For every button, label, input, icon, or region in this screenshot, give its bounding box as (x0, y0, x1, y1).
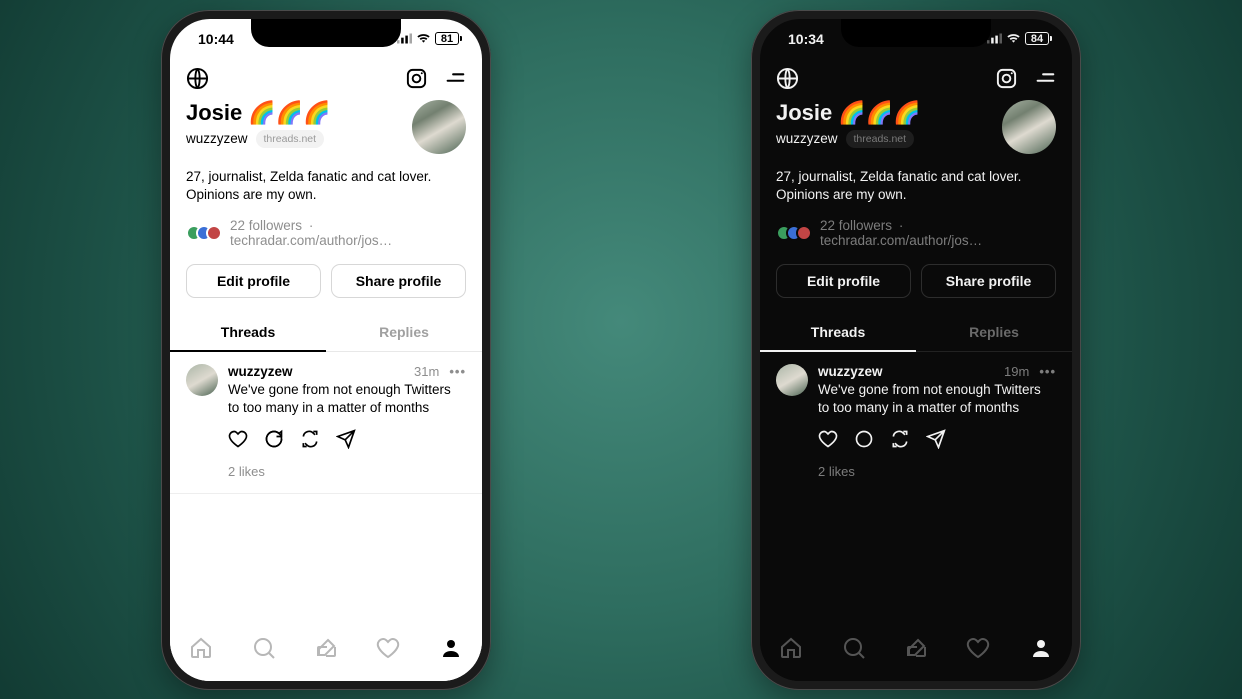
profile-avatar[interactable] (1002, 100, 1056, 154)
nav-compose-icon[interactable] (904, 636, 928, 665)
post-more-icon[interactable]: ••• (1039, 364, 1056, 379)
comment-icon[interactable] (264, 429, 284, 454)
post-time: 31m (414, 364, 439, 379)
share-icon[interactable] (926, 429, 946, 454)
nav-home-icon[interactable] (779, 636, 803, 665)
nav-compose-icon[interactable] (314, 636, 338, 665)
tab-threads[interactable]: Threads (760, 314, 916, 351)
edit-profile-button[interactable]: Edit profile (776, 264, 911, 298)
post-item[interactable]: wuzzyzew 31m ••• We've gone from not eno… (170, 352, 482, 494)
device-notch (251, 19, 401, 47)
domain-chip[interactable]: threads.net (256, 130, 325, 148)
wifi-icon (416, 33, 431, 44)
like-icon[interactable] (818, 429, 838, 454)
tab-threads[interactable]: Threads (170, 314, 326, 351)
post-item[interactable]: wuzzyzew 19m ••• We've gone from not eno… (760, 352, 1072, 493)
wifi-icon (1006, 33, 1021, 44)
globe-icon[interactable] (776, 67, 799, 90)
status-time: 10:44 (198, 31, 234, 47)
tab-replies[interactable]: Replies (326, 314, 482, 351)
post-username[interactable]: wuzzyzew (818, 364, 883, 379)
globe-icon[interactable] (186, 67, 209, 90)
menu-icon[interactable] (1034, 67, 1056, 89)
nav-search-icon[interactable] (842, 636, 866, 665)
battery-indicator: 81 (435, 32, 462, 45)
battery-indicator: 84 (1025, 32, 1052, 45)
post-likes[interactable]: 2 likes (818, 464, 1056, 479)
edit-profile-button[interactable]: Edit profile (186, 264, 321, 298)
profile-avatar[interactable] (412, 100, 466, 154)
device-notch (841, 19, 991, 47)
status-time: 10:34 (788, 31, 824, 47)
post-text: We've gone from not enough Twitters to t… (818, 381, 1056, 417)
menu-icon[interactable] (444, 67, 466, 89)
nav-activity-icon[interactable] (376, 636, 400, 665)
post-avatar[interactable] (776, 364, 808, 396)
nav-activity-icon[interactable] (966, 636, 990, 665)
post-more-icon[interactable]: ••• (449, 364, 466, 379)
repost-icon[interactable] (300, 429, 320, 454)
instagram-icon[interactable] (405, 67, 428, 90)
like-icon[interactable] (228, 429, 248, 454)
phone-light-mode: 10:44 81 (161, 10, 491, 690)
nav-profile-icon[interactable] (1029, 636, 1053, 665)
followers-link[interactable]: 22 followers · techradar.com/author/jos… (820, 218, 1056, 248)
instagram-icon[interactable] (995, 67, 1018, 90)
profile-handle: wuzzyzew (186, 131, 248, 146)
repost-icon[interactable] (890, 429, 910, 454)
profile-bio: 27, journalist, Zelda fanatic and cat lo… (760, 154, 1072, 204)
nav-profile-icon[interactable] (439, 636, 463, 665)
follower-avatars[interactable] (186, 225, 222, 241)
profile-display-name: Josie 🌈🌈🌈 (186, 100, 331, 126)
profile-bio: 27, journalist, Zelda fanatic and cat lo… (170, 154, 482, 204)
post-time: 19m (1004, 364, 1029, 379)
post-avatar[interactable] (186, 364, 218, 396)
post-text: We've gone from not enough Twitters to t… (228, 381, 466, 417)
profile-handle: wuzzyzew (776, 131, 838, 146)
phone-dark-mode: 10:34 84 (751, 10, 1081, 690)
comment-icon[interactable] (854, 429, 874, 454)
domain-chip[interactable]: threads.net (846, 130, 915, 148)
nav-home-icon[interactable] (189, 636, 213, 665)
nav-search-icon[interactable] (252, 636, 276, 665)
share-profile-button[interactable]: Share profile (331, 264, 466, 298)
share-profile-button[interactable]: Share profile (921, 264, 1056, 298)
share-icon[interactable] (336, 429, 356, 454)
followers-link[interactable]: 22 followers · techradar.com/author/jos… (230, 218, 466, 248)
post-username[interactable]: wuzzyzew (228, 364, 293, 379)
follower-avatars[interactable] (776, 225, 812, 241)
profile-display-name: Josie 🌈🌈🌈 (776, 100, 921, 126)
post-likes[interactable]: 2 likes (228, 464, 466, 479)
tab-replies[interactable]: Replies (916, 314, 1072, 351)
